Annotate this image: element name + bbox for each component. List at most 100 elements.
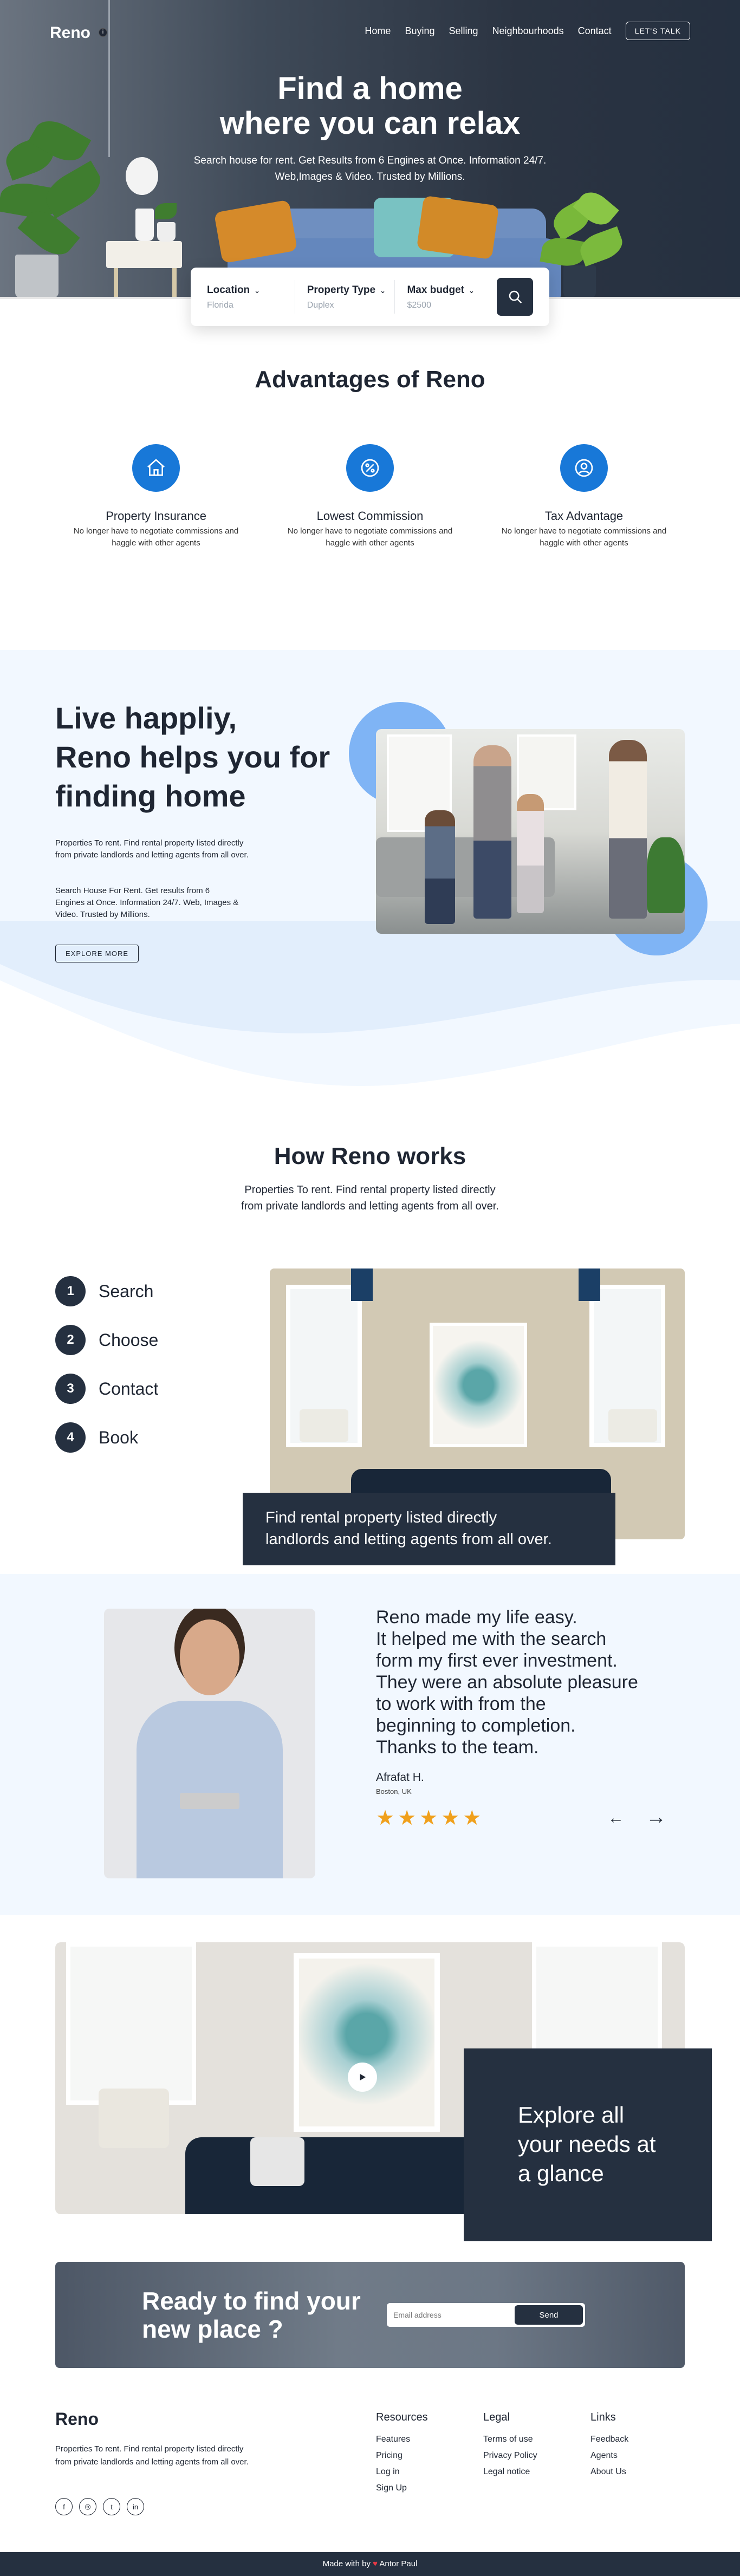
step-label: Contact xyxy=(99,1378,159,1398)
plant xyxy=(647,837,685,913)
step-label: Book xyxy=(99,1427,138,1447)
search-button[interactable] xyxy=(497,278,533,316)
footer-logo[interactable]: Reno xyxy=(55,2409,99,2429)
family-photo xyxy=(376,729,685,934)
brand-logo[interactable]: Reno xyxy=(50,24,90,42)
credit-name[interactable]: Antor Paul xyxy=(379,2559,417,2568)
step-contact[interactable]: 3 Contact xyxy=(55,1374,158,1404)
footer-link-agents[interactable]: Agents xyxy=(590,2451,628,2461)
footer-link-signup[interactable]: Sign Up xyxy=(376,2483,428,2493)
newsletter-banner: Ready to find your new place ? Send xyxy=(55,2262,685,2368)
footer-col-resources: Resources Features Pricing Log in Sign U… xyxy=(376,2411,428,2500)
step-choose[interactable]: 2 Choose xyxy=(55,1325,158,1355)
hero-subtitle-line1: Search house for rent. Get Results from … xyxy=(193,155,547,166)
testimonial-quote: Reno made my life easy. It helped me wit… xyxy=(376,1607,638,1758)
live-paragraph-1: Properties To rent. Find rental property… xyxy=(55,838,249,860)
table-leg xyxy=(172,268,177,298)
footer-link-feedback[interactable]: Feedback xyxy=(590,2435,628,2444)
advantage-title: Property Insurance xyxy=(106,509,206,523)
property-type-field[interactable]: Property Type ⌄ Duplex xyxy=(307,280,395,314)
lamp xyxy=(99,2089,169,2148)
head xyxy=(180,1619,239,1695)
explore-more-button[interactable]: EXPLORE MORE xyxy=(55,945,139,962)
footer-link-pricing[interactable]: Pricing xyxy=(376,2451,428,2461)
linkedin-icon[interactable]: in xyxy=(127,2498,144,2515)
footer-col-legal: Legal Terms of use Privacy Policy Legal … xyxy=(483,2411,537,2483)
search-bar: Location ⌄ Florida Property Type ⌄ Duplex … xyxy=(191,268,549,326)
send-button[interactable]: Send xyxy=(515,2305,583,2325)
nav-neighbourhoods[interactable]: Neighbourhoods xyxy=(492,25,564,37)
info-icon: i xyxy=(99,28,107,37)
curtain xyxy=(351,1269,373,1301)
step-search[interactable]: 1 Search xyxy=(55,1276,153,1306)
next-arrow-icon[interactable]: → xyxy=(646,1806,666,1829)
credit-prefix: Made with by xyxy=(322,2559,371,2568)
window xyxy=(66,1942,196,2105)
live-heading: Live happliy, Reno helps you for finding… xyxy=(55,701,330,813)
table-leg xyxy=(114,268,118,298)
location-field[interactable]: Location ⌄ Florida xyxy=(207,280,295,314)
lamp xyxy=(608,1409,657,1442)
chevron-down-icon[interactable]: ⌄ xyxy=(254,287,260,295)
footer-link-features[interactable]: Features xyxy=(376,2435,428,2444)
advantage-text: No longer have to negotiate commissions … xyxy=(73,526,239,548)
room-caption: Find rental property listed directly lan… xyxy=(243,1493,615,1565)
nav-buying[interactable]: Buying xyxy=(405,25,434,37)
footer-link-privacy[interactable]: Privacy Policy xyxy=(483,2451,537,2461)
twitter-icon[interactable]: t xyxy=(103,2498,120,2515)
newsletter-title: Ready to find your new place ? xyxy=(142,2287,361,2343)
instagram-icon[interactable]: ◎ xyxy=(79,2498,96,2515)
footer-link-login[interactable]: Log in xyxy=(376,2467,428,2477)
small-pot xyxy=(157,222,176,242)
max-budget-label: Max budget xyxy=(407,284,465,296)
torso xyxy=(137,1701,283,1878)
max-budget-field[interactable]: Max budget ⌄ $2500 xyxy=(407,280,485,314)
percent-icon xyxy=(346,444,394,492)
explore-box: Explore all your needs at a glance xyxy=(464,2048,712,2241)
footer-link-legal-notice[interactable]: Legal notice xyxy=(483,2467,537,2477)
footer-col-title: Resources xyxy=(376,2411,428,2423)
house-icon xyxy=(132,444,180,492)
heart-icon: ♥ xyxy=(373,2559,378,2568)
chevron-down-icon[interactable]: ⌄ xyxy=(469,287,475,295)
step-label: Search xyxy=(99,1281,154,1301)
testimonial-location: Boston, UK xyxy=(376,1787,412,1796)
play-video-button[interactable] xyxy=(348,2063,377,2092)
plant-leaf xyxy=(155,203,177,219)
lets-talk-button[interactable]: LET'S TALK xyxy=(625,22,690,40)
facebook-icon[interactable]: f xyxy=(55,2498,73,2515)
chevron-down-icon[interactable]: ⌄ xyxy=(380,287,386,295)
side-table xyxy=(106,241,182,268)
step-number: 4 xyxy=(55,1422,86,1453)
max-budget-value: $2500 xyxy=(407,301,431,310)
pillow-orange xyxy=(416,195,499,260)
advantage-property-insurance: Property Insurance No longer have to neg… xyxy=(48,444,264,549)
live-paragraph-2: Search House For Rent. Get results from … xyxy=(55,886,239,919)
nav-home[interactable]: Home xyxy=(365,25,391,37)
advantages-title: Advantages of Reno xyxy=(255,366,485,393)
nav-selling[interactable]: Selling xyxy=(449,25,478,37)
person-child xyxy=(517,794,544,913)
prev-arrow-icon[interactable]: ← xyxy=(608,1809,624,1827)
vase xyxy=(135,209,154,241)
advantage-title: Tax Advantage xyxy=(544,509,624,523)
user-icon xyxy=(560,444,608,492)
step-book[interactable]: 4 Book xyxy=(55,1422,138,1453)
tablet xyxy=(180,1793,239,1809)
property-type-value: Duplex xyxy=(307,301,334,310)
nav-contact[interactable]: Contact xyxy=(578,25,612,37)
how-subtitle: Properties To rent. Find rental property… xyxy=(241,1184,499,1212)
step-number: 3 xyxy=(55,1374,86,1404)
footer-link-terms[interactable]: Terms of use xyxy=(483,2435,537,2444)
footer-col-links: Links Feedback Agents About Us xyxy=(590,2411,628,2483)
hero-title: Find a home where you can relax xyxy=(0,71,740,141)
footer-link-about[interactable]: About Us xyxy=(590,2467,628,2477)
person-child xyxy=(425,810,455,924)
advantage-tax: Tax Advantage No longer have to negotiat… xyxy=(476,444,692,549)
step-number: 2 xyxy=(55,1325,86,1355)
how-title: How Reno works xyxy=(274,1143,466,1169)
main-nav: Home Buying Selling Neighbourhoods Conta… xyxy=(365,22,690,40)
lamp xyxy=(300,1409,348,1442)
curtain xyxy=(579,1269,600,1301)
person-father xyxy=(473,745,511,919)
